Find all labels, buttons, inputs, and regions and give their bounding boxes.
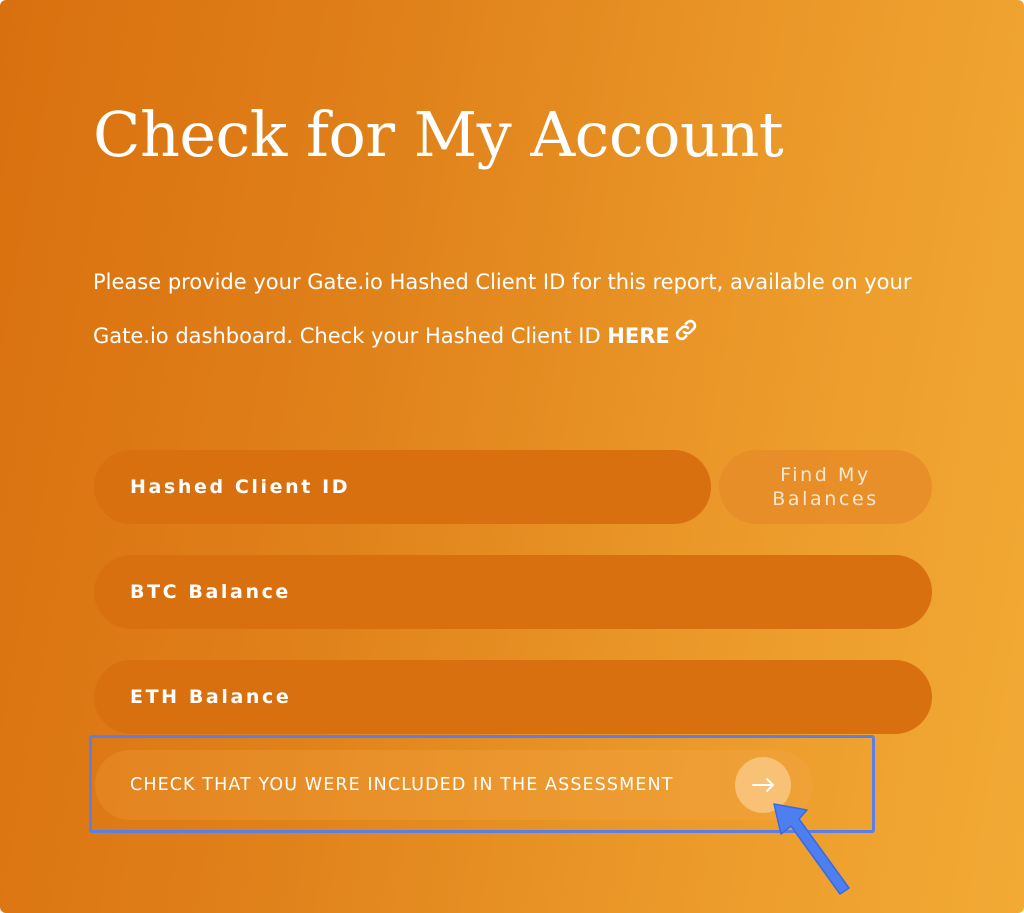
description-line-2: Gate.io dashboard. Check your Hashed Cli…	[93, 324, 608, 348]
here-link[interactable]: HERE	[607, 319, 697, 348]
account-check-card: Check for My Account Please provide your…	[0, 0, 1024, 913]
btc-balance-field[interactable]: BTC Balance	[94, 555, 932, 629]
hashed-client-id-input[interactable]: Hashed Client ID	[94, 450, 711, 524]
check-inclusion-label: CHECK THAT YOU WERE INCLUDED IN THE ASSE…	[130, 775, 674, 795]
link-icon	[674, 308, 698, 362]
page-title: Check for My Account	[93, 98, 784, 171]
description-line-1: Please provide your Gate.io Hashed Clien…	[93, 270, 912, 294]
find-my-balances-label: Find My Balances	[772, 464, 879, 510]
check-inclusion-button[interactable]: CHECK THAT YOU WERE INCLUDED IN THE ASSE…	[95, 750, 813, 820]
here-link-label: HERE	[607, 324, 670, 348]
eth-balance-placeholder: ETH Balance	[130, 686, 292, 708]
find-my-balances-button[interactable]: Find My Balances	[719, 450, 932, 524]
hashed-client-id-placeholder: Hashed Client ID	[130, 476, 351, 498]
eth-balance-field[interactable]: ETH Balance	[94, 660, 932, 734]
description: Please provide your Gate.io Hashed Clien…	[93, 255, 963, 363]
pointer-arrow-icon	[773, 803, 850, 895]
btc-balance-placeholder: BTC Balance	[130, 581, 291, 603]
